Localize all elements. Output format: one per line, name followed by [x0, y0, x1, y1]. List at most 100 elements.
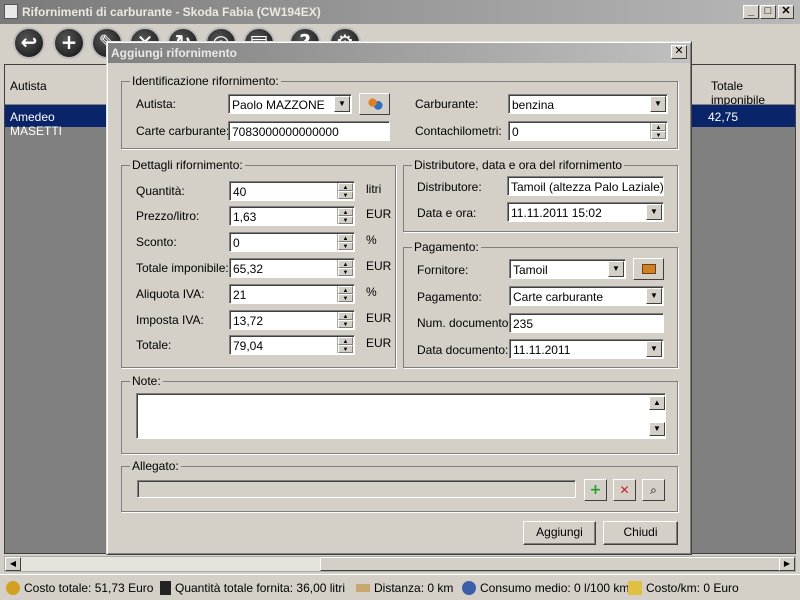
fornitore-value: Tamoil: [513, 263, 548, 277]
cash-register-icon: [641, 264, 656, 274]
fornitore-label: Fornitore:: [417, 263, 469, 277]
minimize-button[interactable]: _: [743, 5, 759, 19]
status-consumo: Consumo medio: 0 l/100 km: [462, 581, 629, 595]
spinner-icon[interactable]: ▲ ▼: [337, 312, 353, 328]
carburante-select[interactable]: benzina ▼: [508, 94, 668, 114]
note-textarea[interactable]: [136, 393, 666, 439]
note-scroll-down-icon[interactable]: ▼: [649, 422, 665, 436]
distributore-field[interactable]: Tamoil (altezza Palo Laziale): [507, 176, 664, 196]
status-distanza: Distanza: 0 km: [356, 581, 453, 595]
ident-legend: Identificazione rifornimento:: [130, 74, 281, 88]
view-attachment-button[interactable]: ⌕: [642, 479, 665, 501]
table-row-autista[interactable]: Amedeo MASETTI: [5, 105, 107, 138]
dialog-close-button[interactable]: ✕: [671, 45, 687, 59]
dettagli-field[interactable]: 13,72 ▲ ▼: [229, 310, 355, 330]
gauge-icon: [462, 581, 476, 595]
carte-field[interactable]: 7083000000000000: [228, 121, 390, 141]
table-row-totale-imponibile[interactable]: 42,75: [690, 105, 795, 127]
dettagli-label: Aliquota IVA:: [136, 287, 205, 301]
scrollbar-thumb[interactable]: [320, 557, 790, 571]
spinner-icon[interactable]: ▲ ▼: [337, 208, 353, 224]
dialog-title: Aggiungi rifornimento: [108, 43, 690, 63]
autista-value: Paolo MAZZONE: [232, 98, 325, 112]
dettagli-field[interactable]: 79,04 ▲ ▼: [229, 335, 355, 355]
spinner-icon[interactable]: ▲ ▼: [337, 260, 353, 276]
status-quantita-text: Quantità totale fornita: 36,00 litri: [175, 581, 346, 595]
drivers-button[interactable]: [359, 93, 390, 115]
column-header-totale-imponibile[interactable]: Totale imponibile: [690, 65, 795, 107]
dettagli-unit: litri: [366, 182, 382, 196]
chevron-down-icon[interactable]: ▼: [646, 288, 662, 304]
coins-icon: [6, 581, 20, 595]
spinner-icon[interactable]: ▲ ▼: [337, 183, 353, 199]
dettagli-label: Prezzo/litro:: [136, 209, 200, 223]
app-icon: [4, 4, 18, 19]
fuel-pump-icon: [160, 581, 171, 595]
chevron-down-icon[interactable]: ▼: [650, 96, 666, 112]
scroll-right-icon[interactable]: ▶: [779, 557, 795, 571]
spinner-icon[interactable]: ▲ ▼: [337, 234, 353, 250]
dettagli-field[interactable]: 21 ▲ ▼: [229, 284, 355, 304]
datadoc-picker[interactable]: 11.11.2011 ▼: [509, 339, 664, 359]
pagamento-select[interactable]: Carte carburante ▼: [509, 286, 664, 306]
dettagli-value: 40: [233, 185, 247, 199]
aggiungi-button[interactable]: Aggiungi: [523, 521, 596, 545]
chevron-down-icon[interactable]: ▼: [646, 341, 662, 357]
status-costo-km-text: Costo/km: 0 Euro: [646, 581, 739, 595]
dettagli-legend: Dettagli rifornimento:: [130, 158, 245, 172]
contachilometri-value: 0: [512, 125, 519, 139]
datadoc-label: Data documento:: [417, 343, 509, 357]
chevron-down-icon[interactable]: ▼: [646, 204, 662, 220]
spinner-icon[interactable]: ▲ ▼: [337, 286, 353, 302]
column-header-autista[interactable]: Autista: [5, 65, 107, 105]
chiudi-button[interactable]: Chiudi: [603, 521, 678, 545]
scroll-left-icon[interactable]: ◀: [5, 557, 21, 571]
note-scroll-up-icon[interactable]: ▲: [649, 396, 665, 410]
spinner-icon[interactable]: ▲ ▼: [650, 123, 666, 139]
magnifier-icon: ⌕: [650, 482, 657, 497]
contachilometri-field[interactable]: 0 ▲ ▼: [508, 121, 668, 141]
allegato-field[interactable]: [137, 480, 576, 498]
allegato-legend: Allegato:: [130, 459, 181, 473]
autista-select[interactable]: Paolo MAZZONE ▼: [228, 94, 352, 114]
add-attachment-button[interactable]: +: [584, 479, 607, 501]
dettagli-field[interactable]: 0 ▲ ▼: [229, 232, 355, 252]
price-tag-icon: [628, 581, 642, 595]
chevron-down-icon[interactable]: ▼: [608, 261, 624, 277]
chevron-down-icon[interactable]: ▼: [334, 96, 350, 112]
statusbar: Costo totale: 51,73 Euro Quantità totale…: [0, 574, 800, 600]
numdoc-field[interactable]: 235: [509, 313, 664, 333]
status-costo-totale: Costo totale: 51,73 Euro: [6, 581, 153, 595]
status-consumo-text: Consumo medio: 0 l/100 km: [480, 581, 630, 595]
maximize-button[interactable]: □: [760, 5, 776, 19]
status-costo-totale-text: Costo totale: 51,73 Euro: [24, 581, 154, 595]
add-icon[interactable]: +: [53, 27, 85, 59]
close-window-button[interactable]: ✕: [778, 5, 794, 19]
fornitore-select[interactable]: Tamoil ▼: [509, 259, 626, 279]
data-ora-picker[interactable]: 11.11.2011 15:02 ▼: [507, 202, 664, 222]
dettagli-unit: EUR: [366, 311, 392, 325]
dettagli-value: 0: [233, 236, 240, 250]
spinner-icon[interactable]: ▲ ▼: [337, 337, 353, 353]
dettagli-label: Quantità:: [136, 184, 185, 198]
suppliers-button[interactable]: [633, 258, 664, 280]
exit-icon[interactable]: ↩: [13, 27, 45, 59]
pagamento-legend: Pagamento:: [412, 240, 481, 254]
remove-attachment-button[interactable]: ✕: [613, 479, 636, 501]
pagamento-label: Pagamento:: [417, 290, 482, 304]
dettagli-label: Totale:: [136, 338, 172, 352]
dettagli-label: Sconto:: [136, 235, 177, 249]
dettagli-label: Imposta IVA:: [136, 313, 204, 327]
dettagli-field[interactable]: 40 ▲ ▼: [229, 181, 355, 201]
ruler-icon: [356, 584, 370, 592]
add-attachment-icon: +: [589, 482, 602, 498]
dettagli-field[interactable]: 65,32 ▲ ▼: [229, 258, 355, 278]
dettagli-field[interactable]: 1,63 ▲ ▼: [229, 206, 355, 226]
data-ora-label: Data e ora:: [417, 206, 477, 220]
autista-label: Autista:: [136, 97, 177, 111]
pagamento-value: Carte carburante: [513, 290, 604, 304]
people-icon: [366, 97, 383, 111]
dettagli-unit: %: [366, 285, 377, 299]
remove-attachment-icon: ✕: [619, 483, 630, 497]
dettagli-unit: EUR: [366, 336, 392, 350]
